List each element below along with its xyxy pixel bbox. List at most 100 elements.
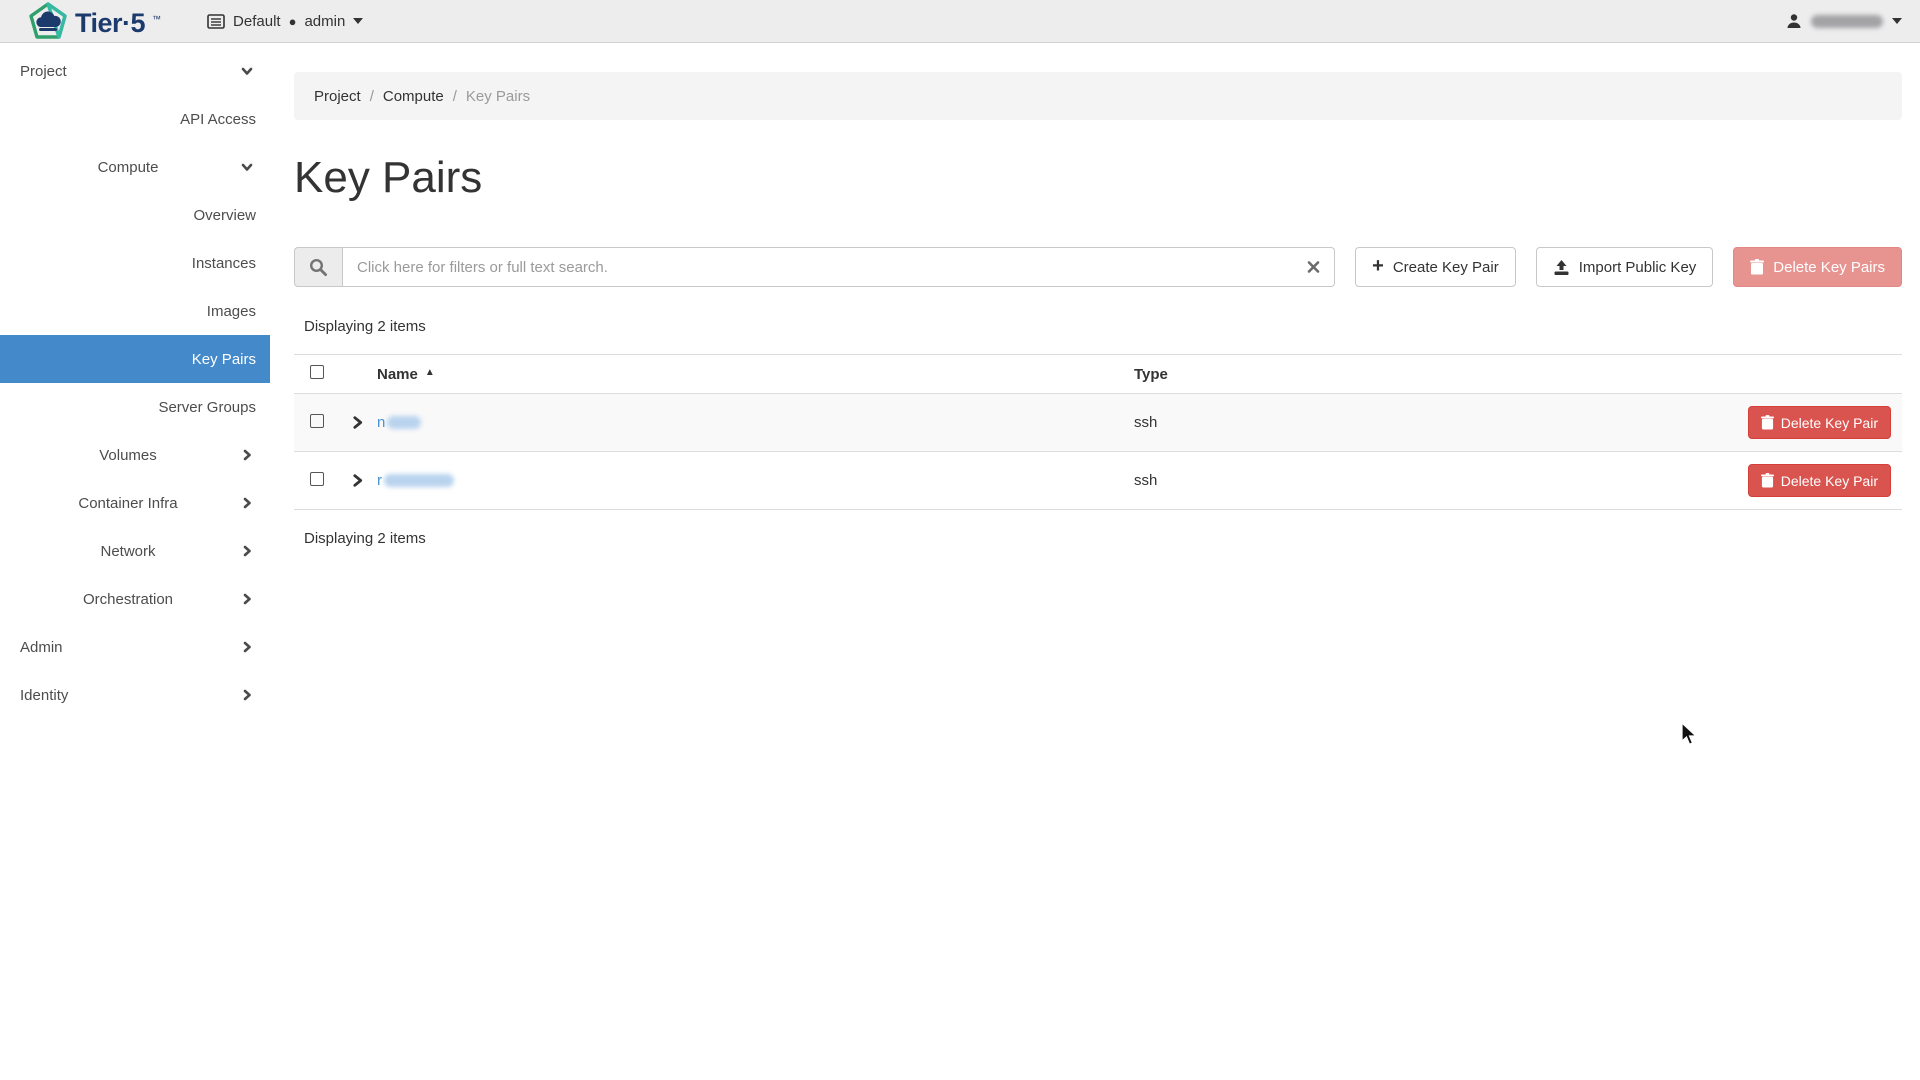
expand-row-icon[interactable] xyxy=(350,415,377,430)
sidebar-item-overview[interactable]: Overview xyxy=(0,191,270,239)
plus-icon: + xyxy=(1372,256,1384,276)
context-switcher[interactable]: Default ● admin xyxy=(207,13,363,30)
sidebar-item-compute[interactable]: Compute xyxy=(0,143,270,191)
sidebar-item-label: Container Infra xyxy=(0,495,256,512)
sidebar-item-key-pairs[interactable]: Key Pairs xyxy=(0,335,270,383)
chevron-right-icon xyxy=(240,496,254,510)
table-header-row: Name ▲ Type xyxy=(294,354,1902,394)
list-icon xyxy=(207,14,225,29)
name-column-label: Name xyxy=(377,366,418,383)
chevron-down-icon xyxy=(353,18,363,24)
sidebar-item-label: Key Pairs xyxy=(192,351,256,368)
import-public-key-button[interactable]: Import Public Key xyxy=(1536,247,1714,287)
breadcrumb-separator: / xyxy=(370,88,374,105)
search-addon xyxy=(294,247,342,287)
sidebar-item-label: Compute xyxy=(0,159,256,176)
column-header-type[interactable]: Type xyxy=(1126,366,1702,383)
project-dot-icon: ● xyxy=(289,14,297,29)
table-row: n ssh Delete Key Pair xyxy=(294,394,1902,452)
import-public-key-label: Import Public Key xyxy=(1579,259,1697,276)
items-count-bottom: Displaying 2 items xyxy=(304,530,1902,547)
brand-trademark: ™ xyxy=(152,14,161,24)
sidebar-item-identity[interactable]: Identity xyxy=(0,671,270,719)
sidebar-item-container-infra[interactable]: Container Infra xyxy=(0,479,270,527)
key-pair-type: ssh xyxy=(1126,414,1702,431)
breadcrumb-separator: / xyxy=(453,88,457,105)
column-header-name[interactable]: Name ▲ xyxy=(344,366,1126,383)
chevron-right-icon xyxy=(240,544,254,558)
trash-icon xyxy=(1761,473,1774,488)
sidebar-item-volumes[interactable]: Volumes xyxy=(0,431,270,479)
chevron-right-icon xyxy=(240,448,254,462)
sidebar-item-server-groups[interactable]: Server Groups xyxy=(0,383,270,431)
search-group xyxy=(294,247,1335,287)
breadcrumb: Project / Compute / Key Pairs xyxy=(294,72,1902,120)
key-pair-name-link[interactable]: n xyxy=(377,414,421,431)
key-pair-name-prefix: r xyxy=(377,472,382,489)
sidebar-item-images[interactable]: Images xyxy=(0,287,270,335)
sidebar-item-label: Images xyxy=(207,303,256,320)
user-icon xyxy=(1786,13,1802,29)
search-input[interactable] xyxy=(342,247,1335,287)
sidebar-item-admin[interactable]: Admin xyxy=(0,623,270,671)
key-pair-name-prefix: n xyxy=(377,414,385,431)
sidebar-item-project[interactable]: Project xyxy=(0,47,270,95)
top-bar: Tier·5 ™ Default ● admin xyxy=(0,0,1920,43)
delete-key-pair-label: Delete Key Pair xyxy=(1781,415,1878,431)
user-menu[interactable] xyxy=(1786,13,1904,29)
main-content: Project / Compute / Key Pairs Key Pairs xyxy=(270,43,1920,1080)
sidebar-item-api-access[interactable]: API Access xyxy=(0,95,270,143)
project-label: admin xyxy=(304,13,345,30)
trash-icon xyxy=(1761,415,1774,430)
chevron-down-icon xyxy=(240,160,254,174)
sort-ascending-icon: ▲ xyxy=(425,367,435,378)
sidebar-item-orchestration[interactable]: Orchestration xyxy=(0,575,270,623)
sidebar-item-instances[interactable]: Instances xyxy=(0,239,270,287)
sidebar-item-network[interactable]: Network xyxy=(0,527,270,575)
user-name-redacted xyxy=(1811,15,1883,28)
search-icon xyxy=(309,258,328,277)
row-checkbox[interactable] xyxy=(310,472,324,486)
sidebar-item-label: Project xyxy=(20,63,67,80)
chevron-right-icon xyxy=(240,640,254,654)
clear-search-icon[interactable] xyxy=(1307,261,1320,274)
delete-key-pair-row-button[interactable]: Delete Key Pair xyxy=(1748,406,1891,439)
sidebar-item-label: API Access xyxy=(180,111,256,128)
type-column-label: Type xyxy=(1134,366,1168,383)
sidebar-item-label: Identity xyxy=(20,687,68,704)
chevron-right-icon xyxy=(240,688,254,702)
upload-icon xyxy=(1553,259,1570,276)
items-count-top: Displaying 2 items xyxy=(304,318,1902,335)
key-pair-name-redacted xyxy=(384,474,454,487)
create-key-pair-button[interactable]: + Create Key Pair xyxy=(1355,247,1516,287)
page-title: Key Pairs xyxy=(294,153,1902,203)
brand-name: Tier·5 xyxy=(75,8,145,39)
sidebar-item-label: Server Groups xyxy=(158,399,256,416)
chevron-down-icon xyxy=(240,64,254,78)
delete-key-pairs-label: Delete Key Pairs xyxy=(1773,259,1885,276)
sidebar-item-label: Orchestration xyxy=(0,591,256,608)
breadcrumb-compute[interactable]: Compute xyxy=(383,88,444,105)
sidebar-nav: Project API Access Compute Overview Inst… xyxy=(0,43,270,1080)
delete-key-pairs-button[interactable]: Delete Key Pairs xyxy=(1733,247,1902,287)
expand-row-icon[interactable] xyxy=(350,473,377,488)
delete-key-pair-label: Delete Key Pair xyxy=(1781,473,1878,489)
breadcrumb-project[interactable]: Project xyxy=(314,88,361,105)
sidebar-item-label: Admin xyxy=(20,639,63,656)
tier5-cloud-logo-icon xyxy=(28,1,68,41)
key-pairs-table: Name ▲ Type n xyxy=(294,354,1902,510)
key-pair-name-redacted xyxy=(387,416,421,429)
table-row: r ssh Delete Key Pair xyxy=(294,452,1902,510)
sidebar-item-label: Network xyxy=(0,543,256,560)
domain-label: Default xyxy=(233,13,281,30)
breadcrumb-current: Key Pairs xyxy=(466,88,530,105)
toolbar: + Create Key Pair Import Public Key Dele… xyxy=(294,247,1902,287)
key-pair-type: ssh xyxy=(1126,472,1702,489)
key-pair-name-link[interactable]: r xyxy=(377,472,454,489)
select-all-checkbox[interactable] xyxy=(310,365,324,379)
delete-key-pair-row-button[interactable]: Delete Key Pair xyxy=(1748,464,1891,497)
chevron-right-icon xyxy=(240,592,254,606)
chevron-down-icon xyxy=(1892,18,1902,24)
row-checkbox[interactable] xyxy=(310,414,324,428)
brand-logo[interactable]: Tier·5 ™ xyxy=(28,1,161,41)
